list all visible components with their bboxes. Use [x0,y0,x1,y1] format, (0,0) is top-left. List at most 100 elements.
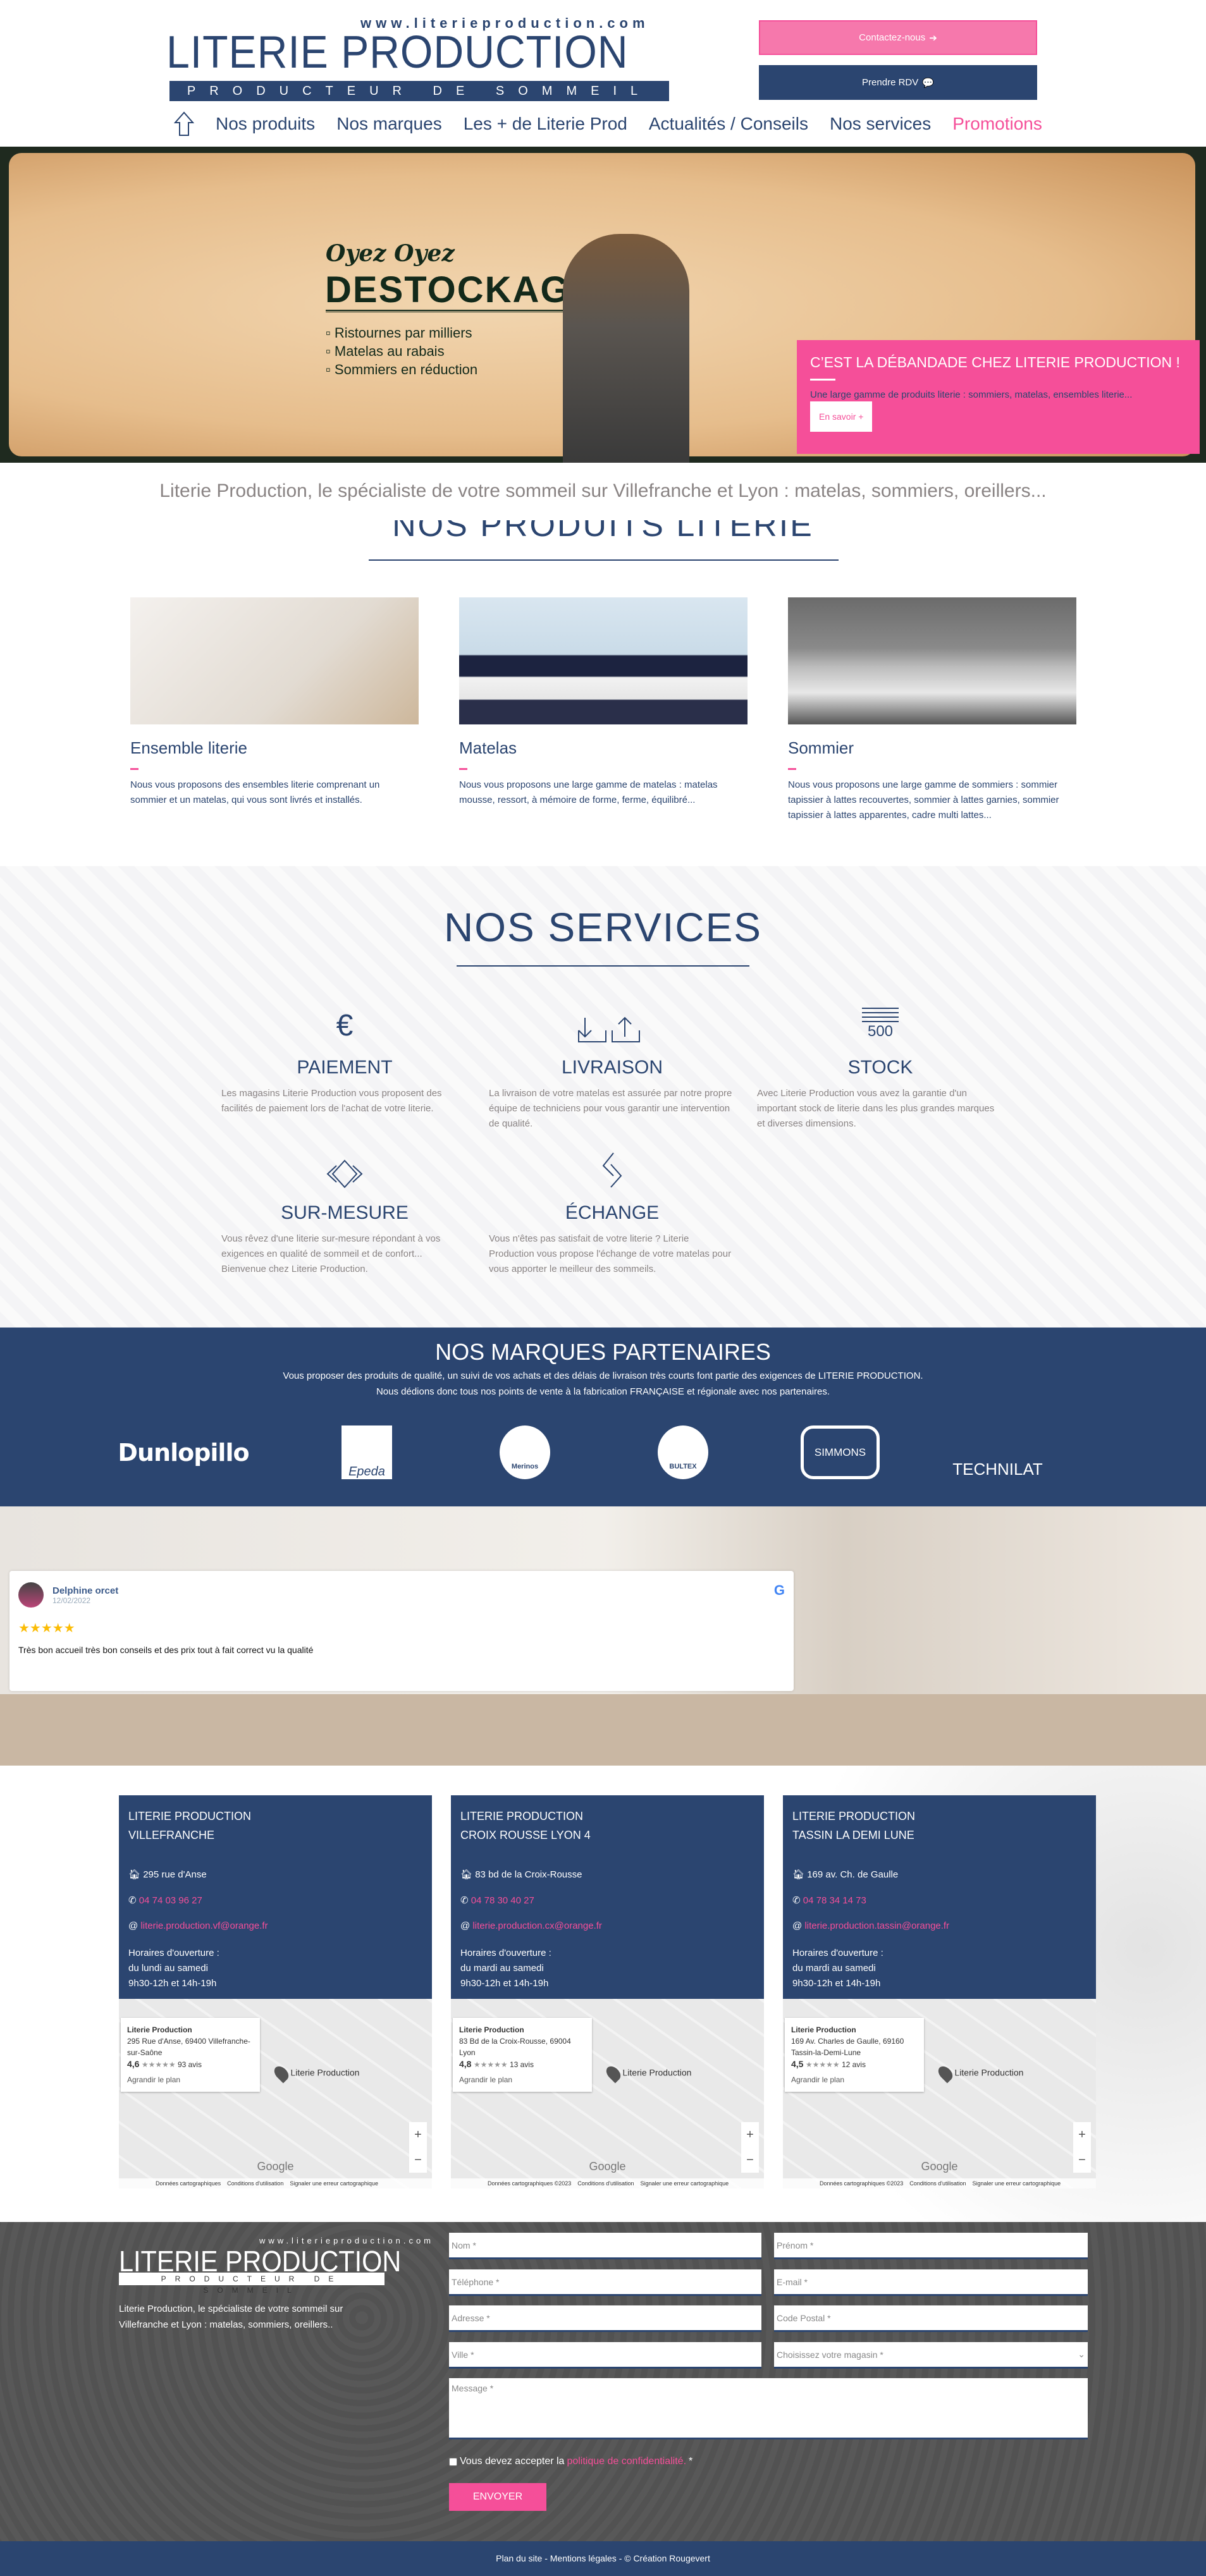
map-terms-link[interactable]: Conditions d'utilisation [577,2180,634,2187]
nav-actualites[interactable]: Actualités / Conseils [649,114,808,134]
brand-logo-dunlopillo[interactable]: Dunlopillo [118,1425,249,1479]
zoom-in-button[interactable]: + [414,2128,422,2142]
nom-input[interactable] [449,2233,761,2259]
store-map[interactable]: Literie Production 83 Bd de la Croix-Rou… [451,1999,764,2188]
prenom-input[interactable] [774,2233,1088,2259]
zoom-out-button[interactable]: − [1078,2153,1086,2168]
map-pin[interactable]: Literie Production [271,2063,359,2084]
town-crier-image [563,234,689,463]
zoom-out-button[interactable]: − [414,2153,422,2168]
map-pin[interactable]: Literie Production [603,2063,691,2084]
product-image [459,597,748,724]
consent-row: Vous devez accepter la politique de conf… [449,2456,692,2467]
product-text: Nous vous proposons une large gamme de m… [459,779,718,805]
brand-logo-merinos[interactable]: Merinos [500,1425,550,1479]
store-city: TASSIN LA DEMI LUNE [792,1829,914,1841]
privacy-policy-link[interactable]: politique de confidentialité. [567,2456,686,2467]
message-textarea[interactable] [449,2378,1088,2439]
map-place-title: Literie Production [127,2025,192,2034]
store-phone[interactable]: 04 74 03 96 27 [139,1895,202,1906]
map-review-count[interactable]: 12 avis [842,2060,866,2069]
map-terms-link[interactable]: Conditions d'utilisation [227,2180,283,2187]
hero-bullet: Ristournes par milliers [326,324,477,342]
zoom-out-button[interactable]: − [746,2153,754,2168]
learn-more-button[interactable]: En savoir + [810,401,873,432]
store-email[interactable]: literie.production.tassin@orange.fr [804,1920,949,1931]
map-data-link[interactable]: Données cartographiques ©2023 [820,2180,903,2187]
nav-services[interactable]: Nos services [830,114,931,134]
logo-tagline: PRODUCTEUR DE SOMMEIL [169,81,669,101]
google-icon: G [773,1582,785,1598]
chevron-down-icon: ⌄ [1078,2349,1085,2359]
map-data-link[interactable]: Données cartographiques ©2023 [488,2180,571,2187]
map-review-count[interactable]: 13 avis [510,2060,534,2069]
store-address: 295 rue d'Anse [143,1869,207,1880]
map-pin[interactable]: Literie Production [935,2063,1023,2084]
email-input[interactable] [774,2269,1088,2296]
nav-promotions[interactable]: Promotions [952,114,1042,134]
map-terms-link[interactable]: Conditions d'utilisation [909,2180,966,2187]
enlarge-map-link[interactable]: Agrandir le plan [459,2074,586,2085]
map-report-link[interactable]: Signaler une erreur cartographique [973,2180,1061,2187]
service-title: PAIEMENT [297,1057,393,1078]
store-email[interactable]: literie.production.vf@orange.fr [140,1920,268,1931]
product-card[interactable]: Ensemble literie Nous vous proposons des… [130,597,419,808]
store-phone[interactable]: 04 78 34 14 73 [803,1895,866,1906]
logo[interactable]: LITERIE PRODUCTION [166,30,629,75]
map-review-count[interactable]: 93 avis [178,2060,202,2069]
map-data-link[interactable]: Données cartographiques [156,2180,221,2187]
map-footer: Données cartographiques ©2023 Conditions … [451,2178,764,2188]
phone-icon: ✆ [128,1895,139,1906]
home-icon: 🏠︎ [792,1869,808,1880]
zoom-in-button[interactable]: + [746,2128,754,2142]
store-select[interactable]: Choisissez votre magasin * ⌄ [774,2342,1088,2369]
product-title[interactable]: Sommier [788,738,1076,758]
hero-title: DESTOCKAGE [325,269,596,310]
send-button[interactable]: ENVOYER [449,2483,546,2511]
home-icon[interactable] [174,111,194,137]
store-hours: 9h30-12h et 14h-19h [460,1978,549,1989]
map-report-link[interactable]: Signaler une erreur cartographique [641,2180,729,2187]
service-item: € PAIEMENT Les magasins Literie Producti… [221,1005,468,1116]
consent-checkbox[interactable] [449,2457,457,2466]
adresse-input[interactable] [449,2305,761,2332]
brand-logo-bultex[interactable]: Bultex [658,1425,708,1479]
store-map[interactable]: Literie Production 295 Rue d'Anse, 69400… [119,1999,432,2188]
brand-logo-epeda[interactable]: Epeda [341,1425,392,1479]
enlarge-map-link[interactable]: Agrandir le plan [127,2074,254,2085]
promo-divider [810,379,835,381]
brands-heading: NOS MARQUES PARTENAIRES [435,1339,771,1365]
code-postal-input[interactable] [774,2305,1088,2332]
map-report-link[interactable]: Signaler une erreur cartographique [290,2180,378,2187]
product-card[interactable]: Matelas Nous vous proposons une large ga… [459,597,748,808]
service-text: La livraison de votre matelas est assuré… [489,1088,732,1129]
brand-logo-technilat[interactable]: Technilat [952,1425,1043,1479]
nav-les-plus[interactable]: Les + de Literie Prod [464,114,627,134]
review-stars: ★★★★★ [18,1621,75,1635]
promo-box: C’EST LA DÉBANDADE CHEZ LITERIE PRODUCTI… [797,340,1200,454]
map-place-address: 295 Rue d'Anse, 69400 Villefranche-sur-S… [127,2037,250,2057]
reviewer-name[interactable]: Delphine orcet [52,1585,118,1596]
hours-label: Horaires d'ouverture : [128,1948,219,1958]
product-title[interactable]: Ensemble literie [130,738,419,758]
store-map[interactable]: Literie Production 169 Av. Charles de Ga… [783,1999,1096,2188]
product-card[interactable]: Sommier Nous vous proposons une large ga… [788,597,1076,823]
store-days: du mardi au samedi [460,1963,544,1974]
telephone-input[interactable] [449,2269,761,2296]
zoom-in-button[interactable]: + [1078,2128,1086,2142]
enlarge-map-link[interactable]: Agrandir le plan [791,2074,918,2085]
contact-button[interactable]: Contactez-nous ➔ [759,20,1037,55]
service-text: Avec Literie Production vous avez la gar… [757,1088,995,1129]
nav-nos-produits[interactable]: Nos produits [216,114,315,134]
brand-logo-simmons[interactable]: Simmons [801,1425,880,1479]
nav-nos-marques[interactable]: Nos marques [336,114,442,134]
service-title: LIVRAISON [561,1057,663,1078]
footer-bottom-links[interactable]: Plan du site - Mentions légales - © Créa… [0,2541,1206,2576]
arrow-circle-icon: ➔ [929,32,937,44]
ville-input[interactable] [449,2342,761,2369]
product-title[interactable]: Matelas [459,738,748,758]
appointment-button[interactable]: Prendre RDV 💬 [759,65,1037,100]
store-phone[interactable]: 04 78 30 40 27 [471,1895,534,1906]
store-email[interactable]: literie.production.cx@orange.fr [472,1920,602,1931]
service-item: 500 STOCK Avec Literie Production vous a… [757,1005,1004,1132]
